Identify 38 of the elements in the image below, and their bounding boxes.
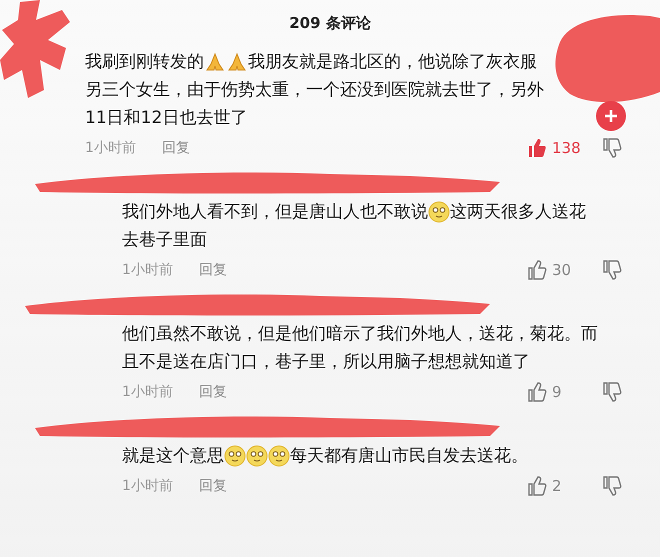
thumbs-down-icon[interactable] bbox=[602, 138, 622, 158]
thumbs-up-icon[interactable] bbox=[527, 476, 547, 496]
comment-text: 每天都有唐山市民自发去送花。 bbox=[290, 445, 528, 468]
comment-text: 我们外地人看不到，但是唐山人也不敢说 bbox=[122, 201, 428, 224]
comment-text: 11日和12日也去世了 bbox=[85, 107, 248, 130]
like-count: 138 bbox=[552, 139, 582, 157]
thumbs-down-icon[interactable] bbox=[602, 260, 622, 280]
like-count: 2 bbox=[552, 477, 563, 495]
comment-text: 就是这个意思 bbox=[122, 445, 224, 468]
like-count: 9 bbox=[552, 383, 563, 401]
comment-count-title: 209 条评论 bbox=[288, 13, 372, 34]
emoji-face-icon bbox=[224, 445, 246, 467]
comment-text: 另三个女生，由于伤势太重，一个还没到医院就去世了，另外 bbox=[85, 79, 544, 102]
comment-text: 去巷子里面 bbox=[122, 229, 207, 252]
comment-text: 且不是送在店门口，巷子里，所以用脑子想想就知道了 bbox=[122, 351, 530, 374]
reply-link[interactable]: 回复 bbox=[198, 261, 227, 279]
comment-time: 1小时前 bbox=[122, 477, 173, 495]
thumbs-down-icon[interactable] bbox=[602, 476, 622, 496]
comment-time: 1小时前 bbox=[122, 261, 173, 279]
thumbs-up-icon[interactable] bbox=[527, 382, 547, 402]
thumbs-up-icon[interactable] bbox=[527, 260, 547, 280]
comment-text: 这两天很多人送花 bbox=[450, 201, 586, 224]
comment-time: 1小时前 bbox=[85, 139, 136, 157]
comment-text: 我朋友就是路北区的，他说除了灰衣服 bbox=[248, 51, 537, 74]
emoji-face-icon bbox=[428, 201, 450, 223]
emoji-face-icon bbox=[268, 445, 290, 467]
reply-link[interactable]: 回复 bbox=[162, 139, 190, 157]
like-count: 30 bbox=[552, 261, 572, 279]
thumbs-down-icon[interactable] bbox=[602, 382, 622, 402]
comment-text: 我刷到刚转发的 bbox=[85, 51, 204, 74]
emoji-face-icon bbox=[246, 445, 268, 467]
plus-icon bbox=[604, 109, 618, 123]
comment-time: 1小时前 bbox=[122, 383, 173, 401]
reply-link[interactable]: 回复 bbox=[198, 383, 227, 401]
reply-link[interactable]: 回复 bbox=[198, 477, 227, 495]
comment-text: 他们虽然不敢说，但是他们暗示了我们外地人，送花，菊花。而 bbox=[122, 323, 598, 346]
add-button[interactable] bbox=[596, 101, 626, 131]
thumbs-up-icon[interactable] bbox=[527, 138, 547, 158]
